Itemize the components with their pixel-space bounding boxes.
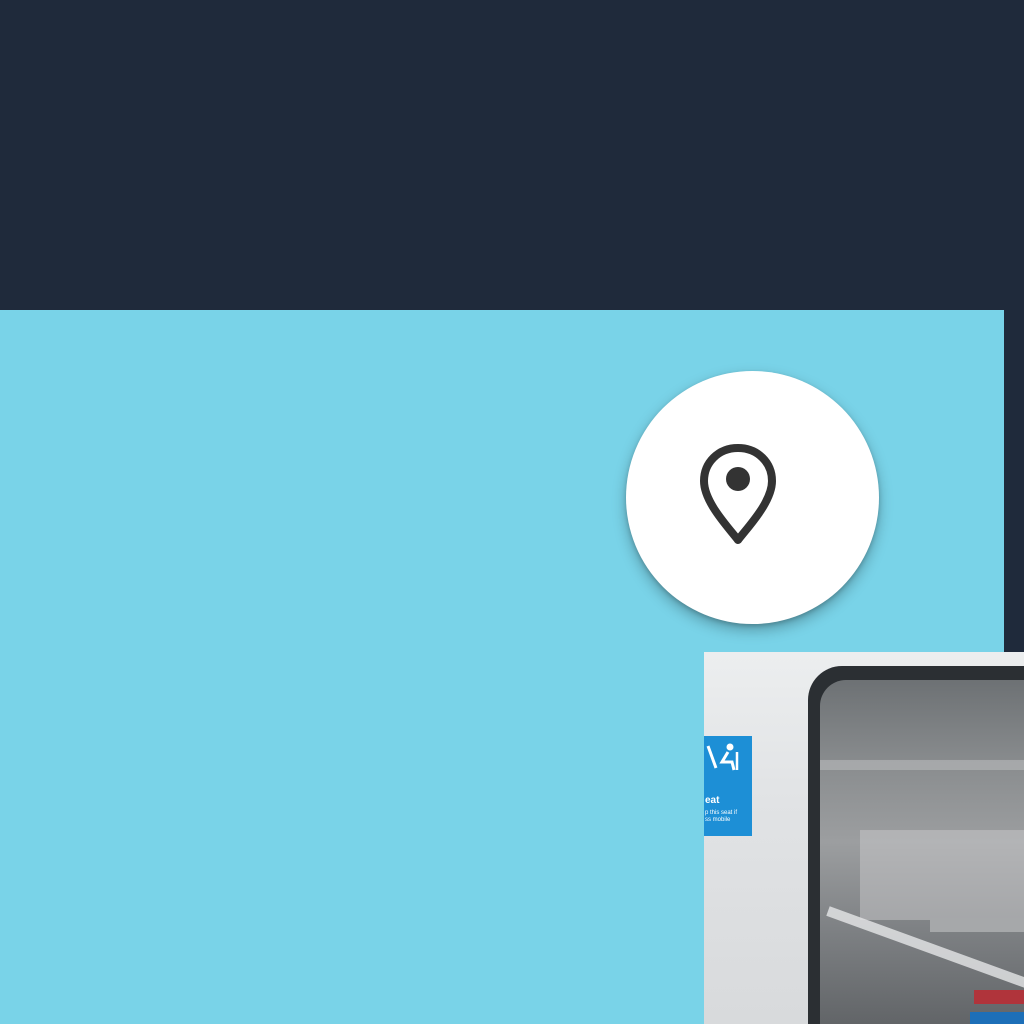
exit-sign-blue [970,1012,1024,1024]
photo-thumbnail[interactable]: eat p this seat if ss mobile [704,652,1024,1024]
sign-title: eat [705,795,720,806]
seated-person-icon [706,743,739,771]
top-bar [0,0,1024,310]
window-reflection [860,830,1024,920]
map-pin-icon [699,443,776,544]
sign-text: p this seat if ss mobile [705,810,738,823]
luggage-shelf [930,918,1024,932]
priority-seat-sign: eat p this seat if ss mobile [704,736,752,836]
door-window [820,680,1024,1024]
exit-sign-red [974,990,1024,1004]
window-reflection [820,760,1024,770]
locate-button[interactable] [626,371,879,624]
